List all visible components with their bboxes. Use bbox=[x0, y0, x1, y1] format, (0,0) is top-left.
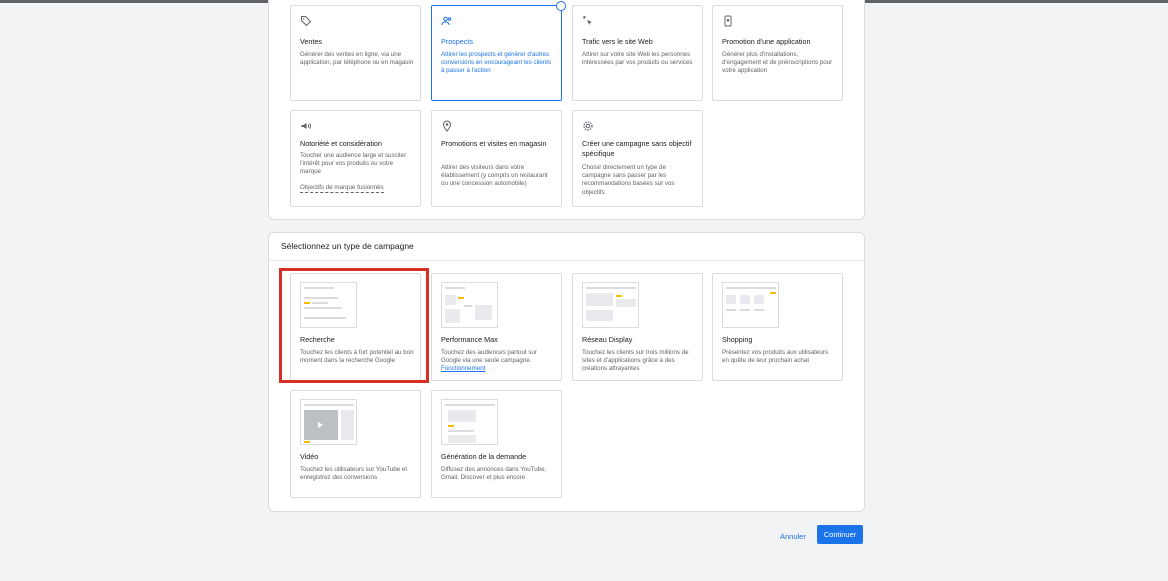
goal-card-ventes[interactable]: Ventes Générer des ventes en ligne, via … bbox=[290, 5, 421, 101]
section-title: Sélectionnez un type de campagne bbox=[281, 241, 414, 251]
continue-button[interactable]: Continuer bbox=[817, 525, 863, 544]
goal-title: Notoriété et considération bbox=[300, 139, 382, 148]
campaign-title: Vidéo bbox=[300, 452, 319, 461]
campaign-desc: Diffusez des annonces dans YouTube, Gmai… bbox=[441, 466, 547, 482]
goal-desc: Choisir directement un type de campagne … bbox=[582, 164, 675, 196]
goal-title: Créer une campagne sans objectif spécifi… bbox=[582, 139, 692, 158]
campaign-title: Shopping bbox=[722, 335, 753, 344]
tag-icon bbox=[301, 16, 312, 27]
goal-desc: Attirer sur votre site Web les personnes… bbox=[582, 51, 693, 67]
campaign-title: Performance Max bbox=[441, 335, 498, 344]
campaign-type-panel: Sélectionnez un type de campagne Recherc… bbox=[268, 232, 865, 512]
shopping-thumbnail-icon bbox=[722, 282, 779, 328]
campaign-desc: Touchez des audiences partout sur Google… bbox=[441, 349, 555, 374]
brand-goals-link[interactable]: Objectifs de marque fusionnés bbox=[300, 184, 384, 193]
megaphone-icon bbox=[301, 123, 311, 129]
phone-icon bbox=[724, 15, 732, 27]
campaign-card-video[interactable]: Vidéo Touchez les utilisateurs sur YouTu… bbox=[290, 390, 421, 498]
people-icon bbox=[441, 16, 452, 26]
goal-desc: Générer plus d'installations, d'engageme… bbox=[722, 51, 833, 75]
goal-desc: Attirer les prospects et générer d'autre… bbox=[441, 51, 552, 75]
cancel-button[interactable]: Annuler bbox=[774, 527, 812, 545]
goal-card-sans-objectif[interactable]: Créer une campagne sans objectif spécifi… bbox=[572, 110, 703, 207]
goal-card-notoriete[interactable]: Notoriété et considération Toucher une a… bbox=[290, 110, 421, 207]
display-thumbnail-icon bbox=[582, 282, 639, 328]
how-it-works-link[interactable]: Fonctionnement bbox=[441, 365, 485, 372]
video-thumbnail-icon bbox=[300, 399, 357, 445]
search-thumbnail-icon bbox=[300, 282, 357, 328]
campaign-card-display[interactable]: Réseau Display Touchez les clients sur t… bbox=[572, 273, 703, 381]
goal-title: Promotion d'une application bbox=[722, 37, 811, 46]
performance-max-thumbnail-icon bbox=[441, 282, 498, 328]
goal-card-trafic[interactable]: Trafic vers le site Web Attirer sur votr… bbox=[572, 5, 703, 101]
campaign-card-demand-gen[interactable]: Génération de la demande Diffusez des an… bbox=[431, 390, 562, 498]
goal-title: Promotions et visites en magasin bbox=[441, 139, 547, 148]
goal-panel: Ventes Générer des ventes en ligne, via … bbox=[268, 0, 865, 220]
campaign-desc-text: Touchez des audiences partout sur Google… bbox=[441, 349, 537, 365]
campaign-card-shopping[interactable]: Shopping Présentez vos produits aux util… bbox=[712, 273, 843, 381]
goal-title: Prospects bbox=[441, 37, 473, 46]
gear-icon bbox=[583, 121, 593, 131]
campaign-desc: Touchez les clients à fort potentiel au … bbox=[300, 349, 414, 365]
goal-card-magasin[interactable]: Promotions et visites en magasin Attirer… bbox=[431, 110, 562, 207]
divider bbox=[269, 260, 864, 261]
goal-card-prospects[interactable]: Prospects Attirer les prospects et génér… bbox=[431, 1, 566, 101]
goal-title: Trafic vers le site Web bbox=[582, 37, 653, 46]
goal-desc: Toucher une audience large et susciter l… bbox=[300, 152, 407, 176]
location-pin-icon bbox=[442, 120, 452, 132]
goal-desc: Attirer des visiteurs dans votre établis… bbox=[441, 164, 548, 188]
goal-desc: Générer des ventes en ligne, via une app… bbox=[300, 51, 414, 67]
campaign-desc: Touchez les clients sur trois millions d… bbox=[582, 349, 689, 373]
campaign-desc: Touchez les utilisateurs sur YouTube et … bbox=[300, 466, 408, 482]
demand-gen-thumbnail-icon bbox=[441, 399, 498, 445]
campaign-title: Génération de la demande bbox=[441, 452, 527, 461]
campaign-desc: Présentez vos produits aux utilisateurs … bbox=[722, 349, 828, 365]
goal-card-application[interactable]: Promotion d'une application Générer plus… bbox=[712, 5, 843, 101]
campaign-title: Recherche bbox=[300, 335, 335, 344]
check-icon bbox=[556, 1, 566, 11]
goal-title: Ventes bbox=[300, 37, 322, 46]
campaign-card-performance-max[interactable]: Performance Max Touchez des audiences pa… bbox=[431, 273, 562, 381]
campaign-title: Réseau Display bbox=[582, 335, 633, 344]
cursor-click-icon bbox=[583, 16, 592, 25]
campaign-card-recherche[interactable]: Recherche Touchez les clients à fort pot… bbox=[290, 273, 421, 381]
